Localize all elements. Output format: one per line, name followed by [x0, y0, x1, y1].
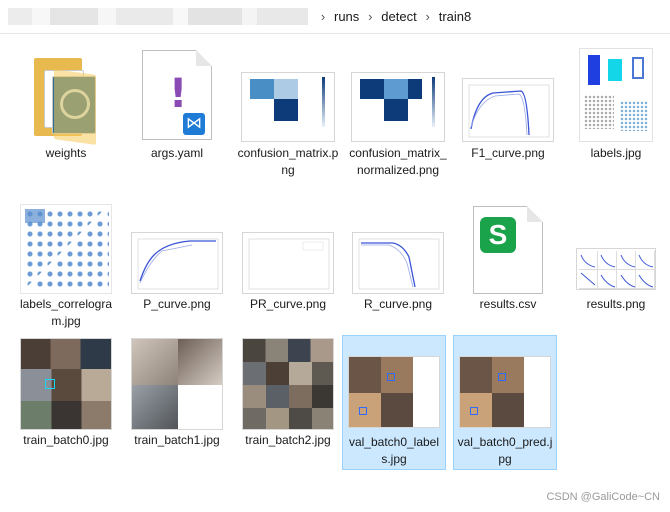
chevron-right-icon: › [320, 9, 326, 24]
curve-preview [358, 238, 440, 290]
folder-icon [34, 52, 98, 145]
file-item-confusion-matrix-normalized[interactable]: confusion_matrix_normalized.png [345, 44, 451, 194]
chevron-right-icon: › [368, 9, 373, 24]
file-name: P_curve.png [143, 297, 211, 311]
file-item-results-png[interactable]: results.png [563, 200, 669, 318]
curve-preview [468, 84, 550, 138]
breadcrumb: › runs › detect › train8 [312, 9, 471, 24]
file-name: labels_correlogram.jpg [19, 297, 113, 328]
breadcrumb-item-train8[interactable]: train8 [439, 9, 472, 24]
file-name: F1_curve.png [471, 146, 545, 160]
file-item-train-batch0[interactable]: train_batch0.jpg [13, 334, 119, 454]
image-thumbnail [576, 248, 656, 290]
file-name: labels.jpg [590, 146, 642, 160]
image-thumbnail [20, 204, 112, 294]
file-name: train_batch0.jpg [23, 433, 109, 447]
image-thumbnail [459, 356, 551, 428]
file-item-pr-curve[interactable]: PR_curve.png [235, 200, 341, 318]
breadcrumb-item-runs[interactable]: runs [334, 9, 359, 24]
image-thumbnail [20, 338, 112, 430]
image-thumbnail [351, 72, 445, 142]
file-item-p-curve[interactable]: P_curve.png [124, 200, 230, 318]
image-thumbnail [242, 338, 334, 430]
image-thumbnail [462, 78, 554, 142]
csv-file-icon: S [473, 206, 543, 294]
image-thumbnail [241, 72, 335, 142]
file-name: PR_curve.png [249, 297, 327, 311]
image-thumbnail [131, 338, 223, 430]
file-item-labels[interactable]: labels.jpg [563, 44, 669, 174]
file-item-weights[interactable]: weights [13, 44, 119, 174]
file-name: confusion_matrix_normalized.png [349, 146, 447, 177]
file-name: train_batch2.jpg [245, 433, 331, 447]
file-name: confusion_matrix.png [237, 146, 339, 177]
file-item-r-curve[interactable]: R_curve.png [345, 200, 451, 318]
file-name: val_batch0_labels.jpg [348, 435, 440, 466]
image-thumbnail [352, 232, 444, 294]
blurred-path-segment [8, 8, 308, 25]
address-bar[interactable]: › runs › detect › train8 [0, 0, 670, 34]
file-name: R_curve.png [363, 297, 433, 311]
image-thumbnail [242, 232, 334, 294]
chevron-right-icon: › [425, 9, 430, 24]
file-name: args.yaml [150, 146, 203, 160]
file-item-val-batch0-pred[interactable]: val_batch0_pred.jpg [453, 335, 557, 470]
file-item-confusion-matrix[interactable]: confusion_matrix.png [235, 44, 341, 177]
file-name: results.png [586, 297, 646, 311]
file-name: results.csv [479, 297, 537, 311]
watermark: CSDN @GaliCode~CN [546, 491, 660, 503]
yaml-file-icon: ! ⋈ [142, 50, 212, 140]
file-item-args-yaml[interactable]: ! ⋈ args.yaml [124, 44, 230, 174]
image-thumbnail [348, 356, 440, 428]
file-item-train-batch1[interactable]: train_batch1.jpg [124, 334, 230, 454]
file-item-val-batch0-labels[interactable]: val_batch0_labels.jpg [342, 335, 446, 470]
file-name: weights [45, 146, 87, 160]
file-name: train_batch1.jpg [134, 433, 220, 447]
file-item-train-batch2[interactable]: train_batch2.jpg [235, 334, 341, 454]
breadcrumb-item-detect[interactable]: detect [381, 9, 416, 24]
image-thumbnail [131, 232, 223, 294]
file-item-results-csv[interactable]: S results.csv [455, 200, 561, 318]
file-name: val_batch0_pred.jpg [457, 435, 553, 466]
curve-preview [248, 238, 330, 290]
file-item-f1-curve[interactable]: F1_curve.png [455, 44, 561, 174]
curve-preview [137, 238, 219, 290]
image-thumbnail [579, 48, 653, 142]
file-item-labels-correlogram[interactable]: labels_correlogram.jpg [13, 200, 119, 332]
